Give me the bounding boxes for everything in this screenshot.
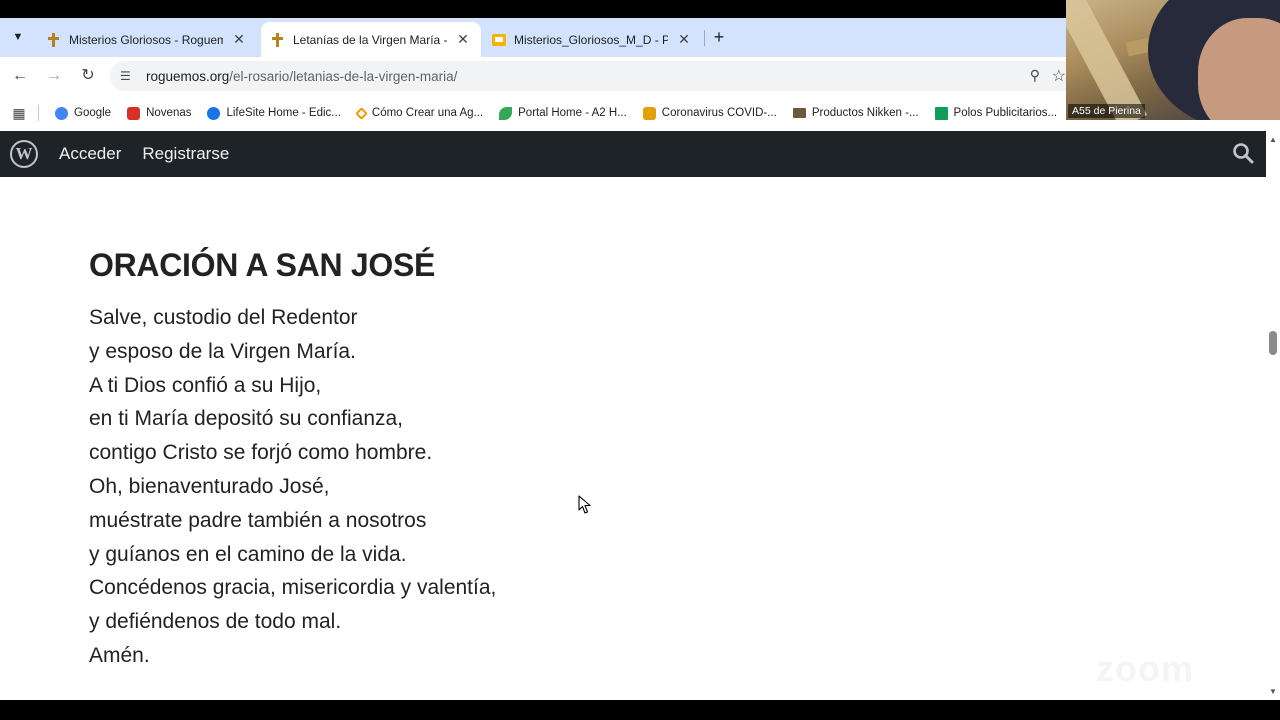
prayer-line: Salve, custodio del Redentor	[89, 306, 358, 329]
page-content: ORACIÓN A SAN JOSÉ Salve, custodio del R…	[0, 177, 1266, 700]
scrollbar-thumb[interactable]	[1269, 331, 1277, 355]
prayer-title: ORACIÓN A SAN JOSÉ	[89, 247, 436, 283]
zoom-watermark: zoom	[1096, 648, 1194, 689]
prayer-line: Amén.	[89, 643, 150, 667]
prayer-line: muéstrate padre también a nosotros	[89, 508, 427, 532]
video-participant-name: A55 de Pierina	[1068, 104, 1145, 118]
bookmark-google[interactable]: Google	[47, 101, 119, 125]
url-text: roguemos.org/el-rosario/letanias-de-la-v…	[146, 68, 458, 84]
bookmark-portal-home[interactable]: Portal Home - A2 H...	[491, 101, 635, 125]
zoom-magnifier-icon[interactable]: ⚲	[1030, 67, 1040, 84]
search-icon[interactable]	[1232, 142, 1254, 164]
store-icon	[792, 108, 806, 118]
new-tab-plus-icon[interactable]: +	[708, 26, 730, 48]
scroll-up-arrow-icon[interactable]: ▲	[1269, 135, 1277, 144]
bookmark-star-icon[interactable]: ☆	[1052, 66, 1066, 86]
leaf-icon	[499, 106, 513, 120]
bookmark-polos[interactable]: Polos Publicitarios...	[927, 101, 1066, 125]
close-icon[interactable]: ✕	[455, 31, 471, 48]
rosary-icon	[47, 32, 61, 48]
tab-title: Misterios_Gloriosos_M_D - Presentaciones	[514, 32, 668, 47]
close-icon[interactable]: ✕	[231, 31, 247, 48]
video-background	[1066, 0, 1148, 120]
wordpress-admin-bar: W Acceder Registrarse	[0, 131, 1266, 177]
mouse-cursor-icon	[578, 495, 591, 514]
bookmark-lifesite[interactable]: LifeSite Home - Edic...	[199, 101, 348, 125]
shirt-icon	[934, 106, 948, 120]
page-scrollbar[interactable]: ▲ ▼	[1266, 131, 1280, 700]
bookmarks-bar: ▦ Google Novenas LifeSite Home - Edic...…	[0, 95, 1066, 131]
tab-presentacion[interactable]: Misterios_Gloriosos_M_D - Presentaciones…	[482, 22, 702, 57]
toolbar-edge	[1066, 120, 1280, 131]
back-arrow-icon[interactable]: ←	[9, 65, 31, 87]
bookmark-como-crear[interactable]: Cómo Crear una Ag...	[349, 101, 491, 125]
bookmark-nikken[interactable]: Productos Nikken -...	[785, 101, 927, 125]
shield-icon	[642, 106, 656, 120]
rosary-icon	[271, 32, 285, 48]
prayer-line: y guíanos en el camino de la vida.	[89, 542, 407, 566]
tab-title: Misterios Gloriosos - Roguemos	[69, 32, 223, 47]
prayer-line: A ti Dios confió a su Hijo,	[89, 373, 322, 397]
prayer-line: y defiéndenos de todo mal.	[89, 610, 342, 634]
site-settings-icon[interactable]: ☰	[120, 69, 138, 83]
tab-title: Letanías de la Virgen María - Roguemos	[293, 32, 447, 47]
tab-letanias[interactable]: Letanías de la Virgen María - Roguemos ✕	[261, 22, 481, 57]
video-self-view[interactable]: A55 de Pierina	[1066, 0, 1280, 120]
prayer-line: Oh, bienaventurado José,	[89, 474, 330, 498]
bookmarks-separator	[38, 105, 39, 121]
prayer-line: en ti María depositó su confianza,	[89, 407, 404, 431]
login-link[interactable]: Acceder	[59, 144, 121, 164]
prayer-line: contigo Cristo se forjó como hombre.	[89, 441, 433, 465]
google-icon	[55, 106, 68, 120]
lifesite-icon	[207, 106, 221, 120]
bookmark-coronavirus[interactable]: Coronavirus COVID-...	[635, 101, 785, 125]
tab-search-chevron-icon[interactable]: ▼	[7, 26, 29, 48]
forward-arrow-icon[interactable]: →	[43, 65, 65, 87]
address-bar[interactable]: ☰ roguemos.org/el-rosario/letanias-de-la…	[110, 61, 1066, 91]
close-icon[interactable]: ✕	[676, 31, 692, 48]
register-link[interactable]: Registrarse	[142, 144, 229, 164]
diamond-icon	[355, 106, 368, 120]
prayer-line: Concédenos gracia, misericordia y valent…	[89, 576, 497, 600]
apps-grid-icon[interactable]: ▦	[0, 105, 38, 122]
tab-strip: ▼ Misterios Gloriosos - Roguemos ✕ Letan…	[0, 18, 1066, 57]
prayer-text: Salve, custodio del Redentor y esposo de…	[89, 301, 496, 673]
scroll-down-arrow-icon[interactable]: ▼	[1269, 687, 1277, 696]
tab-separator	[704, 30, 705, 46]
slides-icon	[492, 33, 506, 46]
browser-toolbar: ← → ↻ ☰ roguemos.org/el-rosario/letanias…	[0, 57, 1066, 95]
wordpress-logo-icon[interactable]: W	[10, 140, 38, 168]
novenas-icon	[127, 106, 141, 120]
tab-misterios-gloriosos[interactable]: Misterios Gloriosos - Roguemos ✕	[37, 22, 257, 57]
reload-icon[interactable]: ↻	[77, 65, 99, 87]
bookmark-novenas[interactable]: Novenas	[119, 101, 199, 125]
prayer-line: y esposo de la Virgen María.	[89, 339, 356, 363]
